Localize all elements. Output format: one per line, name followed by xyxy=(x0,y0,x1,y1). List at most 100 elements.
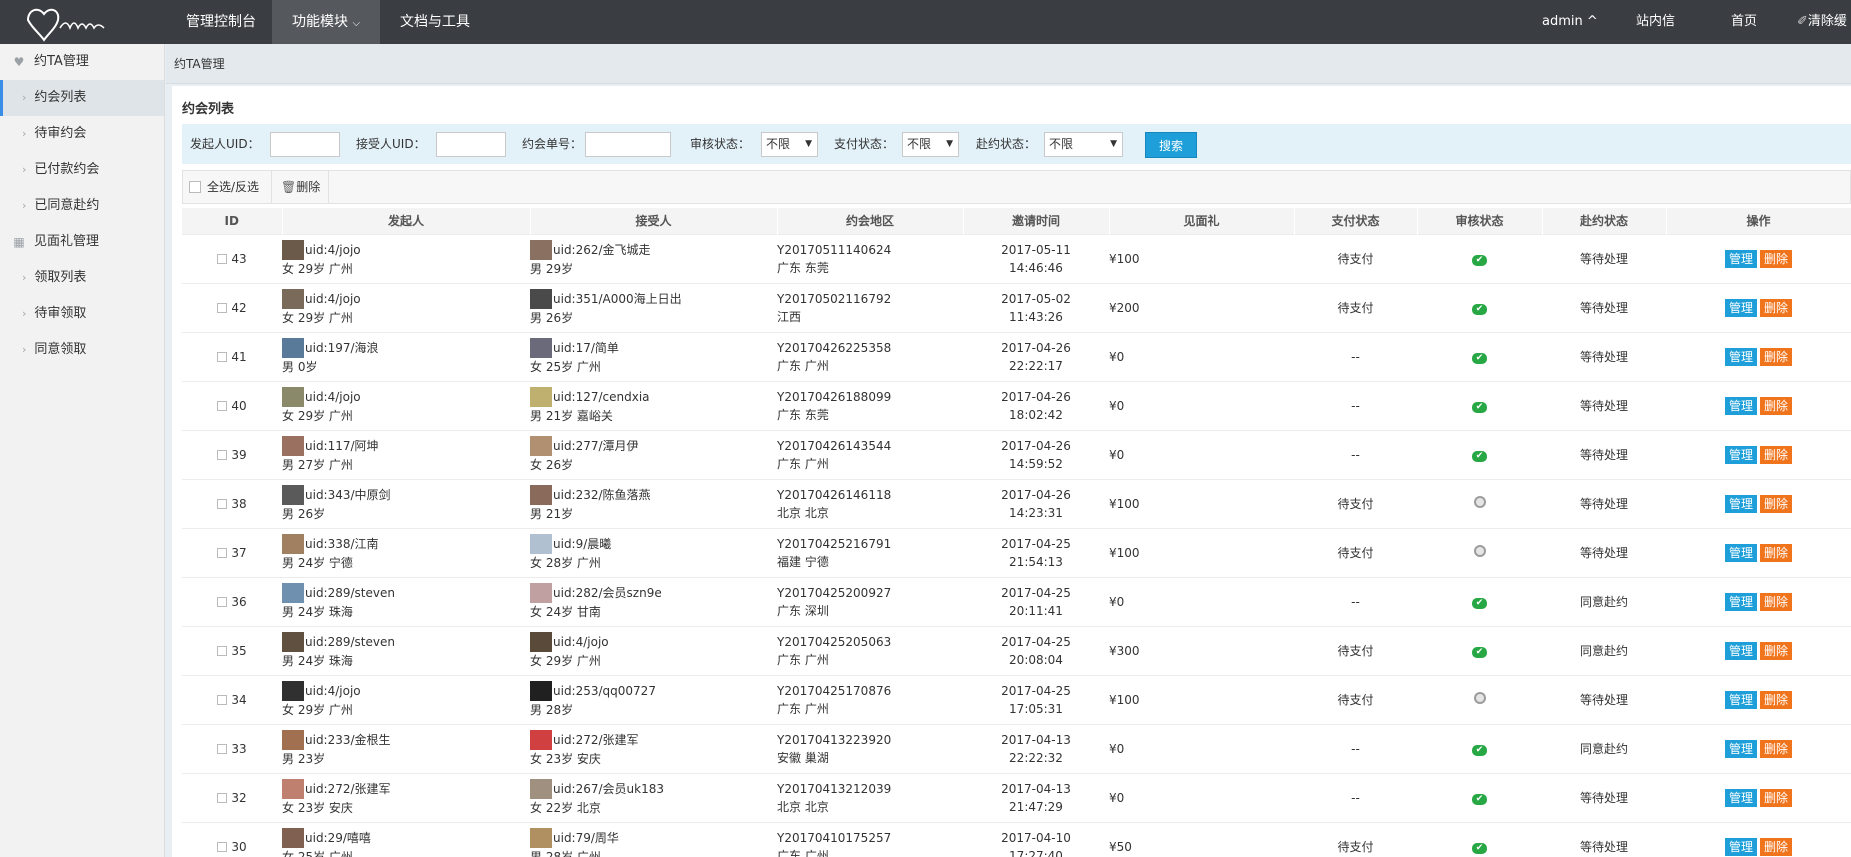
avatar[interactable] xyxy=(530,631,552,652)
select-all-checkbox[interactable]: 全选/反选 xyxy=(183,171,272,203)
audit-status-select[interactable]: 不限 ▼ xyxy=(761,132,818,157)
receiver-uid[interactable]: uid:282/会员szn9e xyxy=(553,584,662,601)
receiver-uid[interactable]: uid:4/jojo xyxy=(553,635,609,649)
avatar[interactable] xyxy=(282,778,304,799)
avatar[interactable] xyxy=(282,729,304,750)
avatar[interactable] xyxy=(282,631,304,652)
receiver-uid[interactable]: uid:127/cendxia xyxy=(553,390,650,404)
row-checkbox[interactable] xyxy=(217,499,228,509)
sidebar-item-agreed-dating[interactable]: › 已同意赴约 xyxy=(0,188,164,224)
row-checkbox[interactable] xyxy=(217,695,228,705)
row-checkbox[interactable] xyxy=(217,254,228,264)
manage-button[interactable]: 管理 xyxy=(1724,249,1757,268)
sidebar-item-claim-list[interactable]: › 领取列表 xyxy=(0,260,164,296)
initiator-uid[interactable]: uid:272/张建军 xyxy=(305,780,391,797)
receiver-uid[interactable]: uid:9/晨曦 xyxy=(553,535,611,552)
receiver-uid[interactable]: uid:253/qq00727 xyxy=(553,684,656,698)
avatar[interactable] xyxy=(282,680,304,701)
sidebar-item-dating-list[interactable]: › 约会列表 xyxy=(0,80,164,116)
avatar[interactable] xyxy=(282,582,304,603)
manage-button[interactable]: 管理 xyxy=(1724,690,1757,709)
delete-button[interactable]: 删除 xyxy=(1760,788,1793,807)
manage-button[interactable]: 管理 xyxy=(1724,739,1757,758)
manage-button[interactable]: 管理 xyxy=(1724,298,1757,317)
sidebar-item-pending-dating[interactable]: › 待审约会 xyxy=(0,116,164,152)
receiver-uid-input[interactable] xyxy=(436,132,506,157)
avatar[interactable] xyxy=(530,533,552,554)
avatar[interactable] xyxy=(530,484,552,505)
delete-button[interactable]: 删除 xyxy=(1760,641,1793,660)
initiator-uid[interactable]: uid:4/jojo xyxy=(305,390,361,404)
nav-docs-tools[interactable]: 文档与工具 xyxy=(380,0,490,44)
row-checkbox[interactable] xyxy=(217,303,228,313)
delete-button[interactable]: 删除 xyxy=(1760,739,1793,758)
avatar[interactable] xyxy=(282,288,304,309)
receiver-uid[interactable]: uid:79/周华 xyxy=(553,829,619,846)
receiver-uid[interactable]: uid:267/会员uk183 xyxy=(553,780,664,797)
receiver-uid[interactable]: uid:351/A000海上日出 xyxy=(553,290,682,307)
row-checkbox[interactable] xyxy=(217,744,228,754)
initiator-uid[interactable]: uid:289/steven xyxy=(305,635,395,649)
avatar[interactable] xyxy=(530,386,552,407)
avatar[interactable] xyxy=(530,778,552,799)
avatar[interactable] xyxy=(530,827,552,848)
row-checkbox[interactable] xyxy=(217,548,228,558)
batch-delete-button[interactable]: 🗑︎删除 xyxy=(273,171,330,203)
receiver-uid[interactable]: uid:262/金飞城走 xyxy=(553,241,651,258)
receiver-uid[interactable]: uid:17/简单 xyxy=(553,339,619,356)
delete-button[interactable]: 删除 xyxy=(1760,543,1793,562)
admin-menu[interactable]: admin ^ xyxy=(1542,0,1598,44)
pay-status-select[interactable]: 不限 ▼ xyxy=(902,132,959,157)
avatar[interactable] xyxy=(530,582,552,603)
row-checkbox[interactable] xyxy=(217,842,228,853)
sidebar-group-dating[interactable]: ♥ 约TA管理 xyxy=(0,44,164,80)
initiator-uid[interactable]: uid:338/江南 xyxy=(305,535,379,552)
avatar[interactable] xyxy=(282,337,304,358)
delete-button[interactable]: 删除 xyxy=(1760,396,1793,415)
nav-function-modules[interactable]: 功能模块 ⌵ xyxy=(272,0,381,44)
delete-button[interactable]: 删除 xyxy=(1760,494,1793,513)
search-button[interactable]: 搜索 xyxy=(1145,132,1197,158)
initiator-uid[interactable]: uid:4/jojo xyxy=(305,684,361,698)
manage-button[interactable]: 管理 xyxy=(1724,641,1757,660)
delete-button[interactable]: 删除 xyxy=(1760,837,1793,856)
avatar[interactable] xyxy=(282,533,304,554)
manage-button[interactable]: 管理 xyxy=(1724,592,1757,611)
avatar[interactable] xyxy=(530,680,552,701)
avatar[interactable] xyxy=(282,827,304,848)
initiator-uid[interactable]: uid:197/海浪 xyxy=(305,339,379,356)
clear-cache-link[interactable]: ✐清除缓 xyxy=(1797,0,1847,44)
avatar[interactable] xyxy=(282,435,304,456)
initiator-uid[interactable]: uid:343/中原剑 xyxy=(305,486,391,503)
initiator-uid-input[interactable] xyxy=(270,132,340,157)
row-checkbox[interactable] xyxy=(217,646,228,656)
delete-button[interactable]: 删除 xyxy=(1760,592,1793,611)
initiator-uid[interactable]: uid:4/jojo xyxy=(305,243,361,257)
delete-button[interactable]: 删除 xyxy=(1760,249,1793,268)
sidebar-group-gift[interactable]: ▦ 见面礼管理 xyxy=(0,224,164,260)
initiator-uid[interactable]: uid:29/嘻嘻 xyxy=(305,829,371,846)
manage-button[interactable]: 管理 xyxy=(1724,396,1757,415)
site-logo[interactable] xyxy=(24,2,124,42)
row-checkbox[interactable] xyxy=(217,450,228,460)
row-checkbox[interactable] xyxy=(217,793,228,803)
avatar[interactable] xyxy=(530,239,552,260)
attend-status-select[interactable]: 不限 ▼ xyxy=(1044,132,1123,157)
home-link[interactable]: 首页 xyxy=(1731,0,1757,44)
row-checkbox[interactable] xyxy=(217,597,228,607)
manage-button[interactable]: 管理 xyxy=(1724,445,1757,464)
initiator-uid[interactable]: uid:4/jojo xyxy=(305,292,361,306)
delete-button[interactable]: 删除 xyxy=(1760,347,1793,366)
avatar[interactable] xyxy=(530,435,552,456)
sidebar-item-agreed-claim[interactable]: › 同意领取 xyxy=(0,332,164,368)
message-link[interactable]: 站内信 xyxy=(1636,0,1675,44)
sidebar-item-paid-dating[interactable]: › 已付款约会 xyxy=(0,152,164,188)
avatar[interactable] xyxy=(530,337,552,358)
manage-button[interactable]: 管理 xyxy=(1724,837,1757,856)
avatar[interactable] xyxy=(282,386,304,407)
avatar[interactable] xyxy=(530,288,552,309)
initiator-uid[interactable]: uid:117/阿坤 xyxy=(305,437,379,454)
manage-button[interactable]: 管理 xyxy=(1724,543,1757,562)
receiver-uid[interactable]: uid:232/陈鱼落燕 xyxy=(553,486,651,503)
manage-button[interactable]: 管理 xyxy=(1724,788,1757,807)
